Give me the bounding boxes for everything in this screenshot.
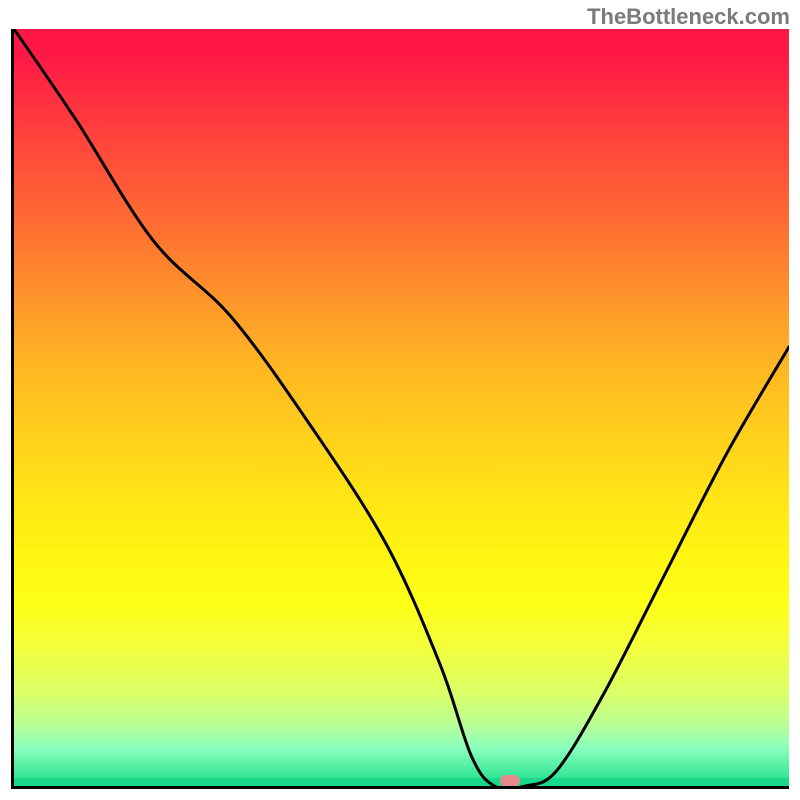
bottleneck-curve [14, 29, 789, 786]
attribution-label: TheBottleneck.com [587, 4, 790, 30]
optimal-marker-icon [500, 775, 520, 787]
plot-area [11, 29, 789, 789]
chart-container: TheBottleneck.com [0, 0, 800, 800]
